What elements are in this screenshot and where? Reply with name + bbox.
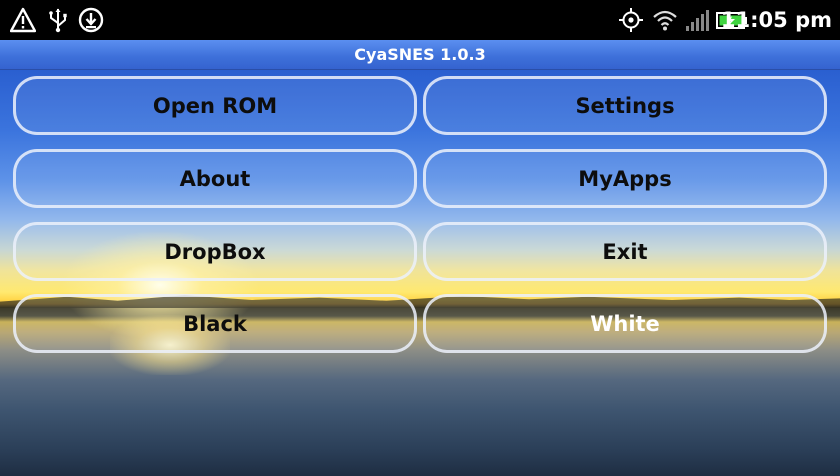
app-title: CyaSNES 1.0.3 bbox=[354, 45, 486, 64]
settings-button[interactable]: Settings bbox=[423, 76, 827, 135]
download-icon bbox=[78, 7, 104, 33]
gps-icon bbox=[618, 7, 644, 33]
signal-icon bbox=[684, 7, 710, 33]
open-rom-button[interactable]: Open ROM bbox=[13, 76, 417, 135]
status-clock: 11:05 pm bbox=[720, 8, 832, 32]
usb-icon bbox=[45, 7, 71, 33]
status-bar: 11:05 pm bbox=[0, 0, 840, 40]
dropbox-button[interactable]: DropBox bbox=[13, 222, 417, 281]
myapps-button[interactable]: MyApps bbox=[423, 149, 827, 208]
wifi-icon bbox=[652, 7, 678, 33]
exit-button[interactable]: Exit bbox=[423, 222, 827, 281]
title-bar: CyaSNES 1.0.3 bbox=[0, 40, 840, 70]
warning-icon bbox=[10, 7, 36, 33]
black-button[interactable]: Black bbox=[13, 294, 417, 353]
white-button[interactable]: White bbox=[423, 294, 827, 353]
about-button[interactable]: About bbox=[13, 149, 417, 208]
